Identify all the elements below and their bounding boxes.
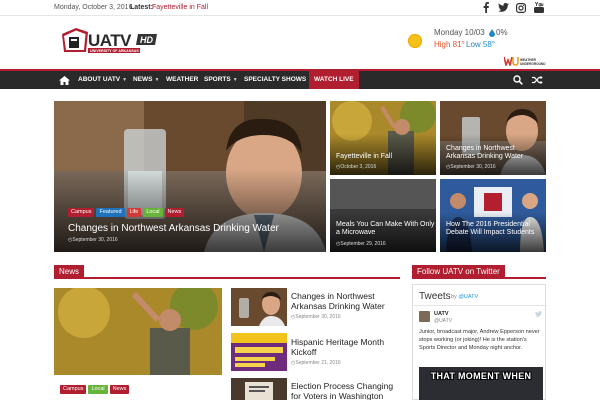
twitter-heading[interactable]: Follow UATV on Twitter bbox=[412, 265, 505, 279]
news-item-thumb[interactable] bbox=[231, 378, 287, 400]
weather-precip: 0% bbox=[496, 28, 508, 37]
tag-campus[interactable]: Campus bbox=[60, 385, 87, 394]
news-item-date: September 30, 2016 bbox=[291, 314, 340, 320]
featured-tile-date: October 3, 2016 bbox=[336, 164, 376, 170]
news-lead-tags: Campus Local News bbox=[60, 385, 130, 394]
main-nav: ABOUT UATV ▼ NEWS ▼ WEATHER SPORTS ▼ SPECIA… bbox=[0, 69, 600, 89]
weather-low: Low 58° bbox=[466, 40, 495, 49]
featured-main-title[interactable]: Changes in Northwest Arkansas Drinking W… bbox=[68, 223, 279, 234]
chevron-down-icon: ▼ bbox=[232, 77, 238, 83]
tag-local[interactable]: Local bbox=[143, 208, 163, 217]
youtube-icon[interactable] bbox=[533, 2, 544, 13]
news-item-title[interactable]: Changes in Northwest Arkansas Drinking W… bbox=[291, 291, 399, 311]
site-logo[interactable]: UATV HD UNIVERSITY OF ARKANSAS bbox=[60, 26, 158, 54]
tweets-by-handle[interactable]: @UATV bbox=[458, 294, 478, 300]
shuffle-icon[interactable] bbox=[532, 75, 543, 85]
news-heading[interactable]: News bbox=[54, 265, 85, 279]
tag-news[interactable]: News bbox=[109, 385, 130, 394]
weather-high: High 81° bbox=[434, 40, 465, 49]
current-date: Monday, October 3, 2016 bbox=[54, 4, 133, 11]
tweet-author-handle[interactable]: @UATV bbox=[434, 318, 452, 324]
tag-featured[interactable]: Featured bbox=[96, 208, 125, 217]
twitter-bird-icon[interactable] bbox=[535, 311, 542, 317]
featured-tile-title[interactable]: Changes in Northwest Arkansas Drinking W… bbox=[446, 145, 540, 161]
top-divider bbox=[0, 15, 600, 16]
featured-tile-title[interactable]: Meals You Can Make With Only a Microwave bbox=[336, 221, 436, 237]
featured-tile-date: September 30, 2016 bbox=[446, 164, 495, 170]
search-icon[interactable] bbox=[513, 75, 523, 85]
featured-main-story[interactable]: Campus Featured Life Local News Changes … bbox=[54, 101, 326, 252]
logo-wordmark: UATV bbox=[88, 31, 132, 50]
featured-tile-fayetteville[interactable]: Fayetteville in Fall October 3, 2016 bbox=[330, 101, 436, 175]
latest-label: Latest: bbox=[130, 4, 153, 11]
tweet-text: Junior, broadcast major, Andrew Epperson… bbox=[419, 329, 540, 351]
tag-life[interactable]: Life bbox=[126, 208, 142, 217]
twitter-icon[interactable] bbox=[498, 2, 509, 13]
news-item-photo bbox=[231, 288, 287, 326]
nav-weather[interactable]: WEATHER bbox=[166, 71, 198, 89]
chevron-down-icon: ▼ bbox=[122, 77, 128, 83]
featured-tile-date: September 29, 2016 bbox=[336, 241, 385, 247]
facebook-icon[interactable] bbox=[482, 2, 490, 13]
divider bbox=[413, 305, 547, 306]
tweet-media-caption: THAT MOMENT WHEN bbox=[430, 371, 532, 381]
featured-main-date: September 30, 2016 bbox=[68, 237, 117, 243]
instagram-icon[interactable] bbox=[515, 2, 526, 13]
featured-tile-debate[interactable]: How The 2016 Presidential Debate Will Im… bbox=[440, 179, 546, 252]
featured-tile-drinking-water[interactable]: Changes in Northwest Arkansas Drinking W… bbox=[440, 101, 546, 175]
tweet-media[interactable]: THAT MOMENT WHEN bbox=[419, 367, 543, 400]
svg-text:UNDERGROUND: UNDERGROUND bbox=[520, 62, 546, 66]
tag-campus[interactable]: Campus bbox=[68, 208, 95, 217]
nav-specialty-shows[interactable]: SPECIALTY SHOWS▼ bbox=[244, 71, 313, 89]
twitter-section-header: Follow UATV on Twitter bbox=[412, 265, 546, 279]
news-lead-photo bbox=[54, 288, 222, 375]
featured-tile-title[interactable]: Fayetteville in Fall bbox=[336, 153, 392, 161]
chevron-down-icon: ▼ bbox=[154, 77, 160, 83]
page: Monday, October 3, 2016 Latest: Fayettev… bbox=[0, 0, 600, 400]
sun-icon bbox=[408, 34, 422, 48]
nav-about-uatv[interactable]: ABOUT UATV ▼ bbox=[78, 71, 127, 89]
featured-tile-title[interactable]: How The 2016 Presidential Debate Will Im… bbox=[446, 221, 544, 237]
twitter-timeline: Tweets by @UATV UATV @UATV Junior, broad… bbox=[412, 284, 547, 400]
news-item-photo bbox=[231, 378, 287, 400]
news-lead-image[interactable] bbox=[54, 288, 222, 375]
featured-main-tags: Campus Featured Life Local News bbox=[68, 208, 185, 217]
featured-tile-microwave[interactable]: Meals You Can Make With Only a Microwave… bbox=[330, 179, 436, 252]
news-item-thumb[interactable] bbox=[231, 333, 287, 371]
tweets-by: by @UATV bbox=[451, 294, 479, 300]
news-section-header: News bbox=[54, 265, 400, 279]
tag-news[interactable]: News bbox=[164, 208, 185, 217]
news-item-thumb[interactable] bbox=[231, 288, 287, 326]
weather-date: Monday 10/03 bbox=[434, 28, 485, 37]
home-icon[interactable] bbox=[54, 71, 74, 89]
news-item-title[interactable]: Hispanic Heritage Month Kickoff bbox=[291, 337, 399, 357]
top-bar: Monday, October 3, 2016 Latest: Fayettev… bbox=[0, 0, 600, 16]
tag-local[interactable]: Local bbox=[88, 385, 108, 394]
logo-hd-badge: HD bbox=[140, 35, 153, 45]
tweets-title: Tweets bbox=[419, 291, 451, 302]
latest-news-link[interactable]: Fayetteville in Fall bbox=[152, 4, 208, 11]
raindrop-icon bbox=[489, 29, 495, 37]
nav-news[interactable]: NEWS ▼ bbox=[133, 71, 159, 89]
nav-watch-live[interactable]: WATCH LIVE bbox=[309, 71, 359, 89]
nav-sports[interactable]: SPORTS ▼ bbox=[204, 71, 238, 89]
tweet-author-name[interactable]: UATV bbox=[434, 311, 449, 317]
news-item-photo bbox=[231, 333, 287, 371]
weather-widget: Monday 10/03 0% High 81° Low 58° WEATHER… bbox=[404, 24, 550, 68]
news-item-title[interactable]: Election Process Changing for Voters in … bbox=[291, 381, 401, 400]
weather-underground-logo[interactable]: WEATHER UNDERGROUND bbox=[504, 56, 550, 66]
avatar[interactable] bbox=[419, 311, 430, 322]
news-item-date: September 21, 2016 bbox=[291, 360, 340, 366]
logo-subtitle: UNIVERSITY OF ARKANSAS bbox=[90, 49, 139, 53]
